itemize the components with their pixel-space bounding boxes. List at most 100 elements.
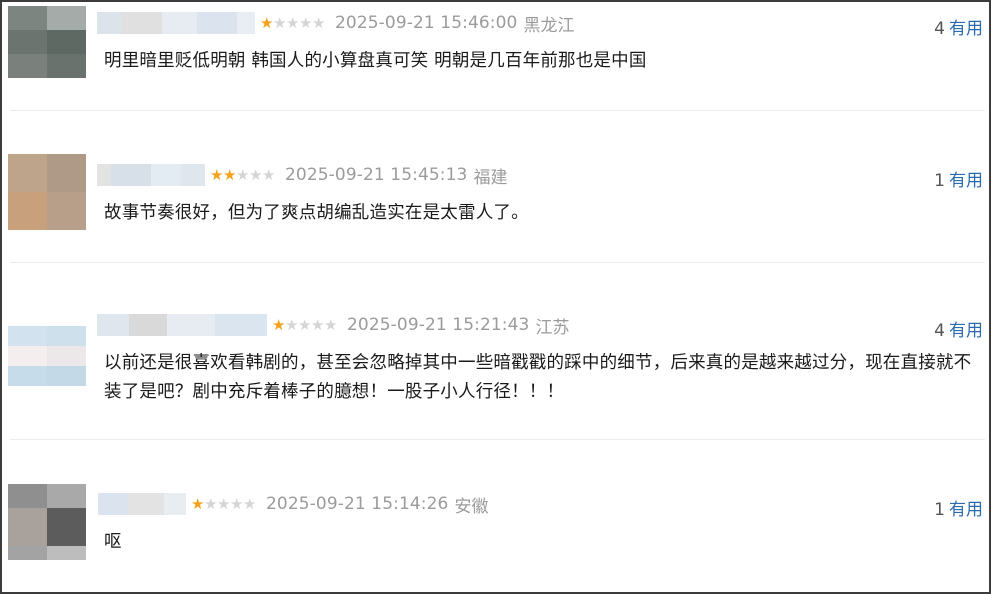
username-blur-block <box>122 12 162 34</box>
username-blur-block <box>97 12 122 34</box>
avatar-tile <box>47 366 86 386</box>
avatar-tile <box>47 484 86 508</box>
avatar-tile <box>8 54 47 78</box>
username-blur-block <box>181 164 205 186</box>
review-content: 以前还是很喜欢看韩剧的，甚至会忽略掉其中一些暗戳戳的踩中的细节，后来真的是越来越… <box>104 353 972 402</box>
avatar-tile <box>47 54 86 78</box>
avatar-tile <box>47 154 86 192</box>
avatar-tile <box>47 6 86 30</box>
star-filled-icon: ★ <box>272 315 286 334</box>
review-item: ★ ★ ★ ★ ★ 2025-09-21 15:46:00 黑龙江 4 有用 明里暗里贬低… <box>2 2 989 112</box>
review-location: 黑龙江 <box>523 15 575 36</box>
star-rating: ★ ★ ★ ★ ★ <box>191 494 257 513</box>
review-time: 2025-09-21 15:14:26 <box>266 494 449 514</box>
avatar[interactable] <box>8 154 86 230</box>
avatar-tile <box>8 366 47 386</box>
divider <box>10 262 985 263</box>
avatar-tile <box>47 192 86 230</box>
review-time: 2025-09-21 15:21:43 <box>347 315 530 335</box>
avatar-tile <box>8 508 47 546</box>
review-location: 江苏 <box>535 317 570 338</box>
avatar-tile <box>8 154 47 192</box>
star-filled-icon: ★ <box>260 13 274 32</box>
review-meta: ★ ★ ★ ★ ★ 2025-09-21 15:46:00 黑龙江 <box>97 12 575 36</box>
avatar-tile <box>8 484 47 508</box>
useful-label: 有用 <box>949 321 983 341</box>
avatar-tile <box>47 508 86 546</box>
review-meta: ★ ★ ★ ★ ★ 2025-09-21 15:21:43 江苏 <box>97 314 570 338</box>
username-blur-block <box>164 493 186 515</box>
useful-count: 1 <box>934 500 945 520</box>
star-empty-icon: ★ <box>204 494 218 513</box>
avatar-tile <box>47 30 86 54</box>
username-blur-block <box>111 164 151 186</box>
star-empty-icon: ★ <box>230 494 244 513</box>
username-blur-block <box>162 12 197 34</box>
star-empty-icon: ★ <box>324 315 338 334</box>
username-blur-block <box>167 314 215 336</box>
review-meta: ★ ★ ★ ★ ★ 2025-09-21 15:45:13 福建 <box>97 164 508 188</box>
useful-count: 4 <box>934 19 945 39</box>
username-blur-block <box>97 314 129 336</box>
star-empty-icon: ★ <box>286 13 300 32</box>
star-empty-icon: ★ <box>243 494 257 513</box>
review-item: ★ ★ ★ ★ ★ 2025-09-21 15:45:13 福建 1 有用 故事节奏很好，… <box>2 112 989 264</box>
username-blur-block <box>197 12 237 34</box>
useful-label: 有用 <box>949 171 983 191</box>
star-empty-icon: ★ <box>217 494 231 513</box>
review-time: 2025-09-21 15:45:13 <box>285 165 468 185</box>
avatar[interactable] <box>8 484 86 560</box>
avatar-tile <box>47 346 86 366</box>
username-blur-block <box>151 164 181 186</box>
avatar-tile <box>8 6 47 30</box>
avatar-tile <box>47 546 86 560</box>
review-location: 福建 <box>473 167 508 188</box>
avatar-tile <box>8 346 47 366</box>
useful-count: 4 <box>934 321 945 341</box>
review-content: 明里暗里贬低明朝 韩国人的小算盘真可笑 明朝是几百年前那也是中国 <box>104 51 647 71</box>
star-rating: ★ ★ ★ ★ ★ <box>210 165 276 184</box>
star-filled-icon: ★ <box>223 165 237 184</box>
username-blur-block <box>129 314 167 336</box>
avatar[interactable] <box>8 326 86 386</box>
star-empty-icon: ★ <box>285 315 299 334</box>
star-empty-icon: ★ <box>262 165 276 184</box>
username-blurred[interactable] <box>98 493 186 515</box>
divider <box>10 110 985 111</box>
useful-button[interactable]: 1 有用 <box>934 166 983 191</box>
review-item: ★ ★ ★ ★ ★ 2025-09-21 15:14:26 安徽 1 有用 呕 <box>2 440 989 592</box>
reviews-panel: ★ ★ ★ ★ ★ 2025-09-21 15:46:00 黑龙江 4 有用 明里暗里贬低… <box>0 0 991 594</box>
useful-count: 1 <box>934 171 945 191</box>
star-empty-icon: ★ <box>299 13 313 32</box>
avatar-tile <box>47 326 86 346</box>
avatar-tile <box>8 326 47 346</box>
review-location: 安徽 <box>454 496 489 517</box>
username-blurred[interactable] <box>97 12 255 34</box>
username-blur-block <box>128 493 164 515</box>
star-empty-icon: ★ <box>298 315 312 334</box>
useful-button[interactable]: 4 有用 <box>934 14 983 39</box>
review-meta: ★ ★ ★ ★ ★ 2025-09-21 15:14:26 安徽 <box>98 493 489 517</box>
star-empty-icon: ★ <box>273 13 287 32</box>
username-blur-block <box>215 314 267 336</box>
avatar[interactable] <box>8 6 86 78</box>
username-blurred[interactable] <box>97 314 267 336</box>
star-empty-icon: ★ <box>249 165 263 184</box>
star-filled-icon: ★ <box>210 165 224 184</box>
useful-label: 有用 <box>949 19 983 39</box>
username-blur-block <box>237 12 255 34</box>
star-empty-icon: ★ <box>312 13 326 32</box>
username-blur-block <box>97 164 111 186</box>
useful-button[interactable]: 4 有用 <box>934 316 983 341</box>
star-rating: ★ ★ ★ ★ ★ <box>272 315 338 334</box>
avatar-tile <box>8 30 47 54</box>
star-rating: ★ ★ ★ ★ ★ <box>260 13 326 32</box>
avatar-tile <box>8 546 47 560</box>
star-empty-icon: ★ <box>311 315 325 334</box>
username-blur-block <box>98 493 128 515</box>
useful-label: 有用 <box>949 500 983 520</box>
star-filled-icon: ★ <box>191 494 205 513</box>
username-blurred[interactable] <box>97 164 205 186</box>
useful-button[interactable]: 1 有用 <box>934 495 983 520</box>
review-time: 2025-09-21 15:46:00 <box>335 13 518 33</box>
